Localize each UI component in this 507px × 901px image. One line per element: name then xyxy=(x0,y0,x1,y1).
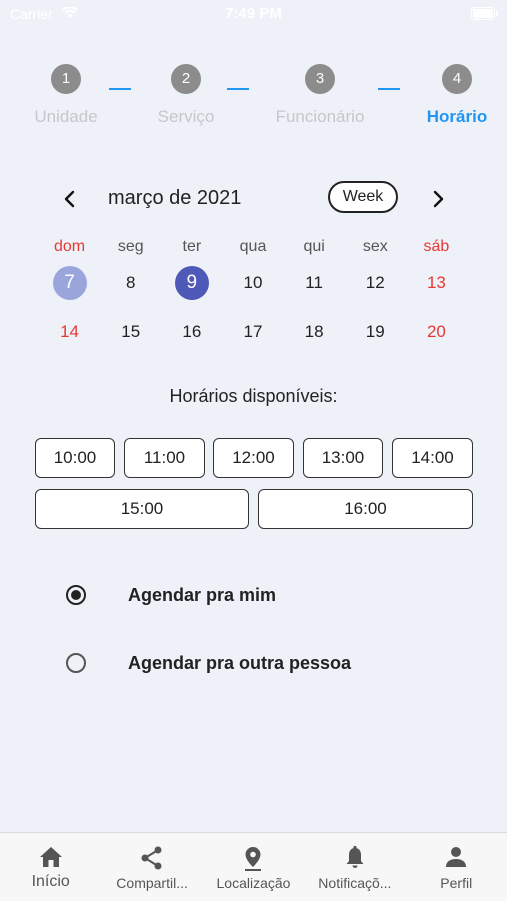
step-connector xyxy=(227,88,249,90)
bell-icon xyxy=(346,845,364,868)
step-unidade[interactable]: 1 Unidade xyxy=(6,64,126,127)
step-horario[interactable]: 4 Horário xyxy=(397,64,507,127)
time-slot-button[interactable]: 12:00 xyxy=(213,438,294,478)
calendar-day[interactable]: 20 xyxy=(406,312,467,352)
time-slot-button[interactable]: 10:00 xyxy=(35,438,115,478)
time-slot-button[interactable]: 14:00 xyxy=(392,438,473,478)
calendar-day[interactable]: 16 xyxy=(161,312,222,352)
calendar-day[interactable]: 11 xyxy=(284,263,345,303)
radio-button[interactable] xyxy=(66,653,86,673)
calendar-day[interactable]: 15 xyxy=(100,312,161,352)
time-slot-button[interactable]: 11:00 xyxy=(124,438,205,478)
next-month-button[interactable] xyxy=(426,187,450,211)
calendar-day[interactable]: 10 xyxy=(222,263,283,303)
step-label: Serviço xyxy=(157,107,215,126)
weekday-label: sáb xyxy=(423,238,450,255)
tab-label: Notificaçõ... xyxy=(318,875,392,891)
chevron-right-icon xyxy=(433,190,444,208)
calendar-week-row: 14 15 16 17 18 19 20 xyxy=(39,312,467,352)
calendar-day[interactable]: 13 xyxy=(406,263,467,303)
calendar-week-row: 7 8 9 10 11 12 13 xyxy=(39,263,467,303)
step-servico[interactable]: 2 Serviço xyxy=(126,64,246,127)
step-number: 4 xyxy=(442,64,472,94)
calendar-day[interactable]: 19 xyxy=(345,312,406,352)
radio-button-checked[interactable] xyxy=(66,585,86,605)
tab-label: Perfil xyxy=(440,875,473,891)
book-for-other-label: Agendar pra outra pessoa xyxy=(128,652,352,673)
tab-label: Início xyxy=(31,873,70,890)
tab-label: Localização xyxy=(216,875,291,891)
step-funcionario[interactable]: 3 Funcionário xyxy=(260,64,380,127)
calendar-day-today[interactable]: 7 xyxy=(39,263,100,303)
weekday-label: qui xyxy=(303,238,325,255)
month-title: março de 2021 xyxy=(108,187,242,209)
calendar-day[interactable]: 14 xyxy=(39,312,100,352)
person-icon xyxy=(446,847,467,867)
step-number: 3 xyxy=(305,64,335,94)
weekday-label: seg xyxy=(117,238,144,255)
chevron-left-icon xyxy=(64,190,75,208)
calendar-header: março de 2021 Week xyxy=(0,180,507,220)
step-number: 1 xyxy=(51,64,81,94)
book-for-me-label: Agendar pra mim xyxy=(128,584,277,605)
weekday-label: qua xyxy=(239,238,267,255)
calendar-day[interactable]: 12 xyxy=(345,263,406,303)
tab-notificacoes[interactable]: Notificaçõ... xyxy=(304,833,405,901)
calendar-view-toggle[interactable]: Week xyxy=(328,181,398,213)
calendar-day[interactable]: 17 xyxy=(222,312,283,352)
tab-localizacao[interactable]: Localização xyxy=(203,833,304,901)
step-label: Funcionário xyxy=(275,107,365,126)
bottom-tab-bar: Início Compartil... Localização Notifica… xyxy=(0,832,507,901)
step-label: Unidade xyxy=(34,107,98,126)
time-slot-button[interactable]: 15:00 xyxy=(35,489,249,529)
calendar-day[interactable]: 18 xyxy=(284,312,345,352)
step-number: 2 xyxy=(171,64,201,94)
calendar-day[interactable]: 8 xyxy=(100,263,161,303)
tab-compartilhar[interactable]: Compartil... xyxy=(101,833,202,901)
book-for-me-option[interactable]: Agendar pra mim xyxy=(66,580,276,610)
status-bar: Carrier 7:49 PM xyxy=(0,0,507,28)
share-icon xyxy=(141,846,162,870)
tab-inicio[interactable]: Início xyxy=(0,833,101,901)
available-slots-title: Horários disponíveis: xyxy=(169,386,338,406)
time-slot-button[interactable]: 16:00 xyxy=(258,489,473,529)
home-icon xyxy=(39,847,62,867)
book-for-other-option[interactable]: Agendar pra outra pessoa xyxy=(66,648,351,678)
calendar-day-selected[interactable]: 9 xyxy=(161,263,222,303)
step-label: Horário xyxy=(426,107,488,126)
battery-icon xyxy=(471,7,498,20)
time-slot-button[interactable]: 13:00 xyxy=(303,438,383,478)
location-pin-icon xyxy=(245,847,262,871)
previous-month-button[interactable] xyxy=(58,187,82,211)
weekday-header-row: dom seg ter qua qui sex sáb xyxy=(39,238,467,260)
weekday-label: sex xyxy=(362,238,388,255)
clock: 7:49 PM xyxy=(225,5,282,22)
weekday-label: ter xyxy=(182,238,202,255)
booking-stepper: 1 Unidade 2 Serviço 3 Funcionário 4 Horá… xyxy=(0,64,507,134)
tab-label: Compartil... xyxy=(116,875,188,891)
tab-perfil[interactable]: Perfil xyxy=(406,833,507,901)
weekday-label: dom xyxy=(54,238,86,255)
